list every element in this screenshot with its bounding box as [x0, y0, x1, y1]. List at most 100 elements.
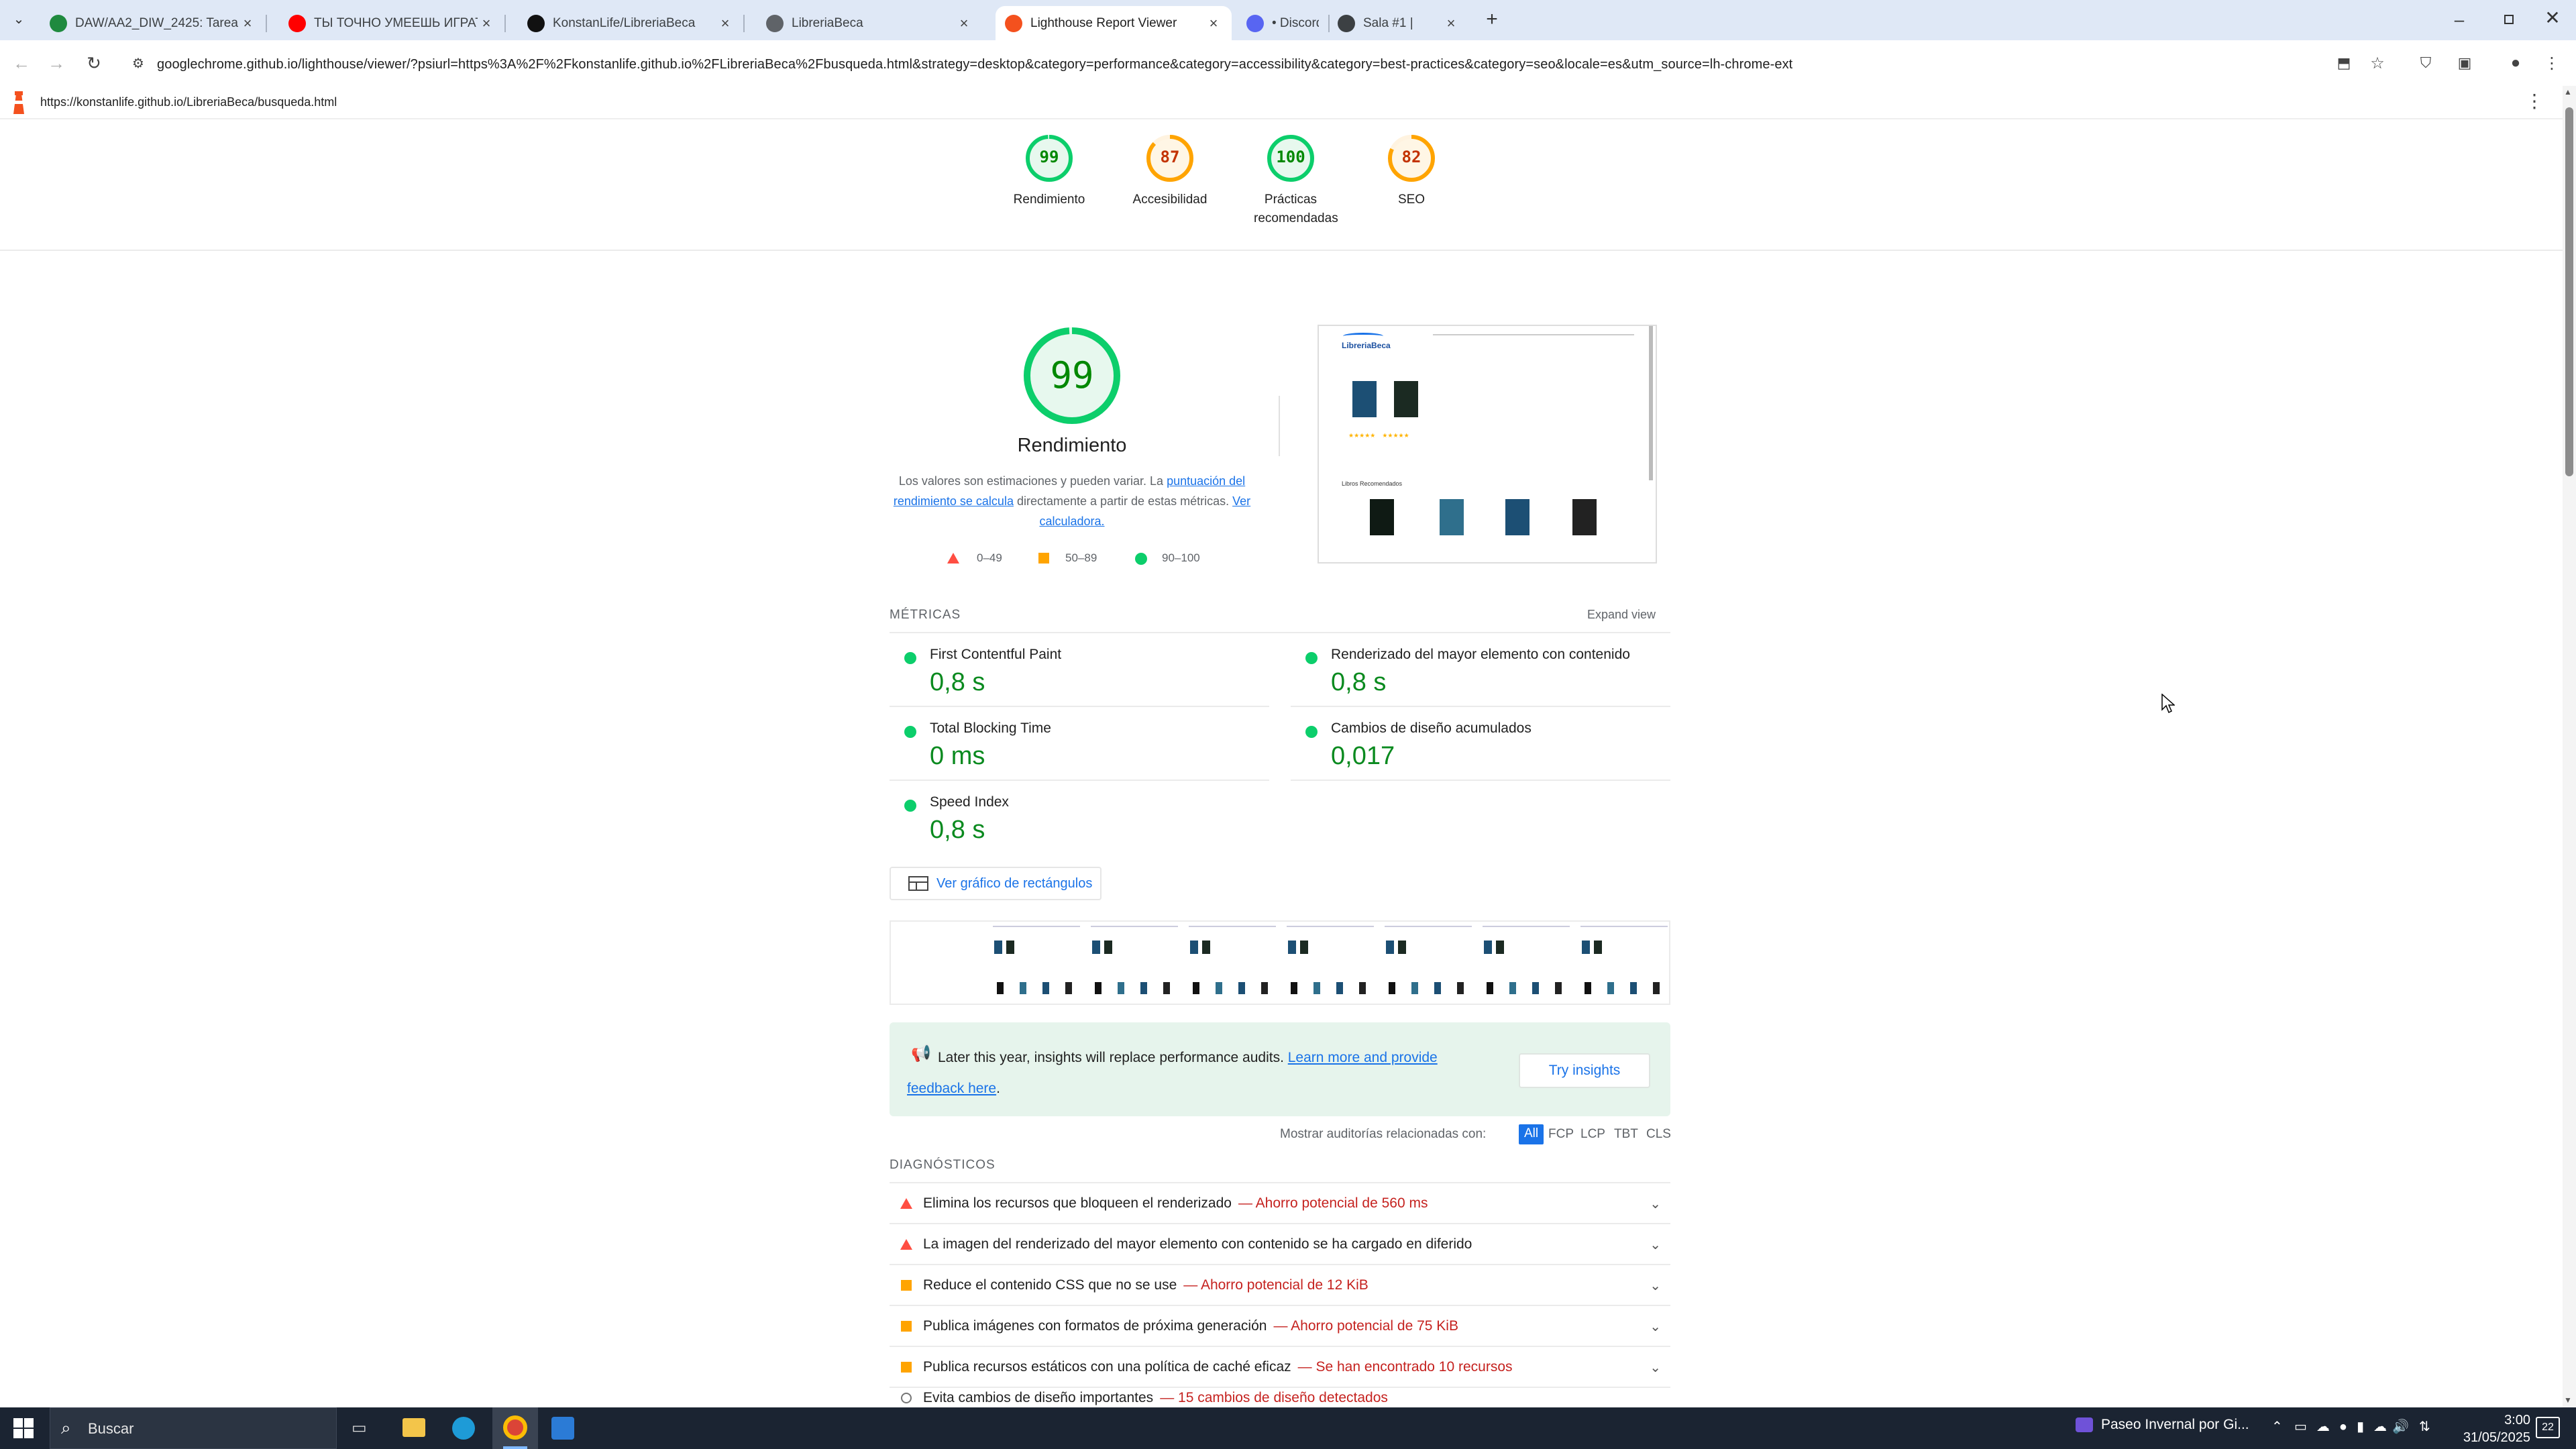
filmstrip-frame	[1382, 923, 1477, 1002]
file-explorer-icon[interactable]	[402, 1418, 425, 1437]
page-scrollbar[interactable]: ▲ ▼	[2563, 86, 2576, 1407]
tab-lighthouse[interactable]: Lighthouse Report Viewer ×	[996, 6, 1232, 40]
gauge-accesibilidad[interactable]: 87 Accesibilidad	[1116, 131, 1224, 209]
audit-row[interactable]: Evita cambios de diseño importantes — 15 …	[890, 1388, 1670, 1408]
metric-lcp: Renderizado del mayor elemento con conte…	[1291, 633, 1670, 707]
browser-menu-icon[interactable]: ⋮	[2538, 50, 2565, 76]
github-icon	[527, 14, 545, 32]
report-url[interactable]: https://konstanlife.github.io/LibreriaBe…	[40, 95, 337, 109]
media-widget[interactable]: Paseo Invernal por Gi...	[2076, 1417, 2263, 1440]
filmstrip-frame	[1186, 923, 1281, 1002]
filter-fcp[interactable]: FCP	[1548, 1127, 1574, 1142]
chevron-down-icon[interactable]: ⌄	[1650, 1359, 1661, 1376]
minimize-button[interactable]: –	[2446, 9, 2473, 30]
metric-value: 0 ms	[930, 742, 985, 770]
tab-label: Lighthouse Report Viewer	[1030, 15, 1177, 30]
filter-lcp[interactable]: LCP	[1580, 1127, 1605, 1142]
chevron-down-icon[interactable]: ⌄	[1650, 1195, 1661, 1212]
tray-icons[interactable]: ▭☁●▮☁	[2294, 1418, 2396, 1435]
expand-view-toggle[interactable]: Expand view	[1587, 608, 1656, 622]
moodle-icon	[50, 14, 67, 32]
scroll-down-arrow-icon[interactable]: ▼	[2564, 1395, 2572, 1405]
extension-shield-icon[interactable]: ⛉	[2412, 50, 2439, 76]
tab-globe[interactable]: LibreriaBeca ×	[757, 6, 982, 40]
close-tab-icon[interactable]: ×	[716, 15, 734, 32]
close-tab-icon[interactable]: ×	[478, 15, 495, 32]
edge-icon[interactable]	[452, 1417, 475, 1440]
audit-row[interactable]: Publica imágenes con formatos de próxima…	[890, 1306, 1670, 1347]
gauge-ring: 82	[1385, 131, 1438, 185]
url-text: googlechrome.github.io/lighthouse/viewer…	[157, 56, 1793, 72]
scrollbar-thumb[interactable]	[2565, 107, 2573, 476]
chevron-down-icon[interactable]: ⌄	[1650, 1277, 1661, 1294]
audit-title: Reduce el contenido CSS que no se use	[923, 1277, 1177, 1293]
audit-row[interactable]: Reduce el contenido CSS que no se use — A…	[890, 1265, 1670, 1306]
chevron-down-icon[interactable]: ⌄	[1650, 1236, 1661, 1253]
chevron-down-icon[interactable]: ⌄	[1650, 1318, 1661, 1335]
back-button[interactable]: ←	[8, 50, 35, 76]
tab-label: LibreriaBeca	[792, 15, 863, 30]
tab-search-button[interactable]: ⌄	[9, 11, 28, 30]
vscode-icon[interactable]	[551, 1417, 574, 1440]
chrome-taskbar-icon[interactable]	[492, 1407, 538, 1449]
audit-row[interactable]: Publica recursos estáticos con una polít…	[890, 1347, 1670, 1388]
preview-book	[1440, 499, 1464, 535]
clock[interactable]: 3:00 31/05/2025	[2439, 1411, 2530, 1446]
gauge-ring: 87	[1143, 131, 1197, 185]
tab-discord[interactable]: • Discord | (	[1237, 6, 1328, 40]
filter-all[interactable]: All	[1519, 1124, 1544, 1144]
search-icon: ⌕	[61, 1417, 71, 1438]
close-tab-icon[interactable]: ×	[239, 15, 256, 32]
gauge-prácticas[interactable]: 100 Prácticas recomendadas	[1237, 131, 1344, 228]
address-bar[interactable]: googlechrome.github.io/lighthouse/viewer…	[157, 54, 2304, 75]
tab-youtube[interactable]: ТЫ ТОЧНО УМЕЕШЬ ИГРАТЬ В×	[279, 6, 504, 40]
extensions-puzzle-icon[interactable]: ▣	[2451, 50, 2478, 76]
new-tab-button[interactable]: +	[1480, 8, 1504, 32]
page-screenshot-preview[interactable]: LibreriaBeca ★★★★★ ★★★★★ Libros Recomend…	[1318, 325, 1657, 564]
treemap-button[interactable]: Ver gráfico de rectángulos	[890, 867, 1102, 900]
tab-link[interactable]: Sala #1 | ×	[1328, 6, 1469, 40]
audit-row[interactable]: La imagen del renderizado del mayor elem…	[890, 1224, 1670, 1265]
tab-github[interactable]: KonstanLife/LibreriaBeca ×	[518, 6, 743, 40]
audit-savings: — Ahorro potencial de 75 KiB	[1273, 1318, 1458, 1334]
forward-button[interactable]: →	[43, 50, 70, 76]
metric-title: Cambios de diseño acumulados	[1331, 720, 1532, 736]
try-insights-button[interactable]: Try insights	[1519, 1053, 1650, 1088]
taskbar-search[interactable]: ⌕ Buscar	[50, 1407, 337, 1449]
start-button[interactable]	[13, 1418, 34, 1438]
report-menu-icon[interactable]: ⋮	[2525, 90, 2544, 112]
filmstrip-frame	[990, 923, 1085, 1002]
site-info-icon[interactable]: ⚙	[125, 50, 152, 76]
volume-icon[interactable]: 🔊	[2392, 1418, 2409, 1435]
task-view-icon[interactable]: ▭	[352, 1418, 372, 1438]
install-app-icon[interactable]: ⬒	[2330, 50, 2357, 76]
close-window-button[interactable]: ✕	[2542, 7, 2563, 31]
pass-circle-icon	[1305, 726, 1318, 738]
tray-chevron-icon[interactable]: ⌃	[2271, 1418, 2283, 1435]
bookmark-star-icon[interactable]: ☆	[2364, 50, 2391, 76]
filter-tbt[interactable]: TBT	[1614, 1127, 1638, 1142]
notification-center-icon[interactable]: 22	[2536, 1417, 2560, 1438]
gauge-seo[interactable]: 82 SEO	[1358, 131, 1465, 209]
average-square-icon	[1038, 553, 1049, 564]
restore-button[interactable]	[2498, 11, 2518, 30]
tab-moodle[interactable]: DAW/AA2_DIW_2425: Tarea onl×	[40, 6, 266, 40]
close-tab-icon[interactable]: ×	[955, 15, 973, 32]
audit-row[interactable]: Elimina los recursos que bloqueen el ren…	[890, 1183, 1670, 1224]
pass-circle-icon	[904, 652, 916, 664]
tab-label: ТЫ ТОЧНО УМЕЕШЬ ИГРАТЬ В	[314, 15, 478, 30]
clock-date: 31/05/2025	[2463, 1430, 2530, 1445]
scroll-up-arrow-icon[interactable]: ▲	[2564, 87, 2572, 97]
windows-taskbar: ⌕ Buscar ▭ Paseo Invernal por Gi... ⌃ ▭☁…	[0, 1407, 2576, 1449]
try-insights-label: Try insights	[1548, 1063, 1621, 1078]
gauge-rendimiento[interactable]: 99 Rendimiento	[996, 131, 1103, 209]
close-tab-icon[interactable]: ×	[1205, 15, 1222, 32]
close-tab-icon[interactable]: ×	[1442, 15, 1460, 32]
filter-cls[interactable]: CLS	[1646, 1127, 1671, 1142]
reload-button[interactable]: ↻	[80, 50, 107, 76]
network-icon[interactable]: ⇅	[2419, 1418, 2430, 1435]
preview-section-title: Libros Recomendados	[1342, 480, 1403, 487]
profile-avatar[interactable]: ●	[2502, 50, 2529, 76]
tab-label: • Discord | (	[1272, 15, 1319, 30]
audit-title: Publica recursos estáticos con una polít…	[923, 1358, 1291, 1375]
